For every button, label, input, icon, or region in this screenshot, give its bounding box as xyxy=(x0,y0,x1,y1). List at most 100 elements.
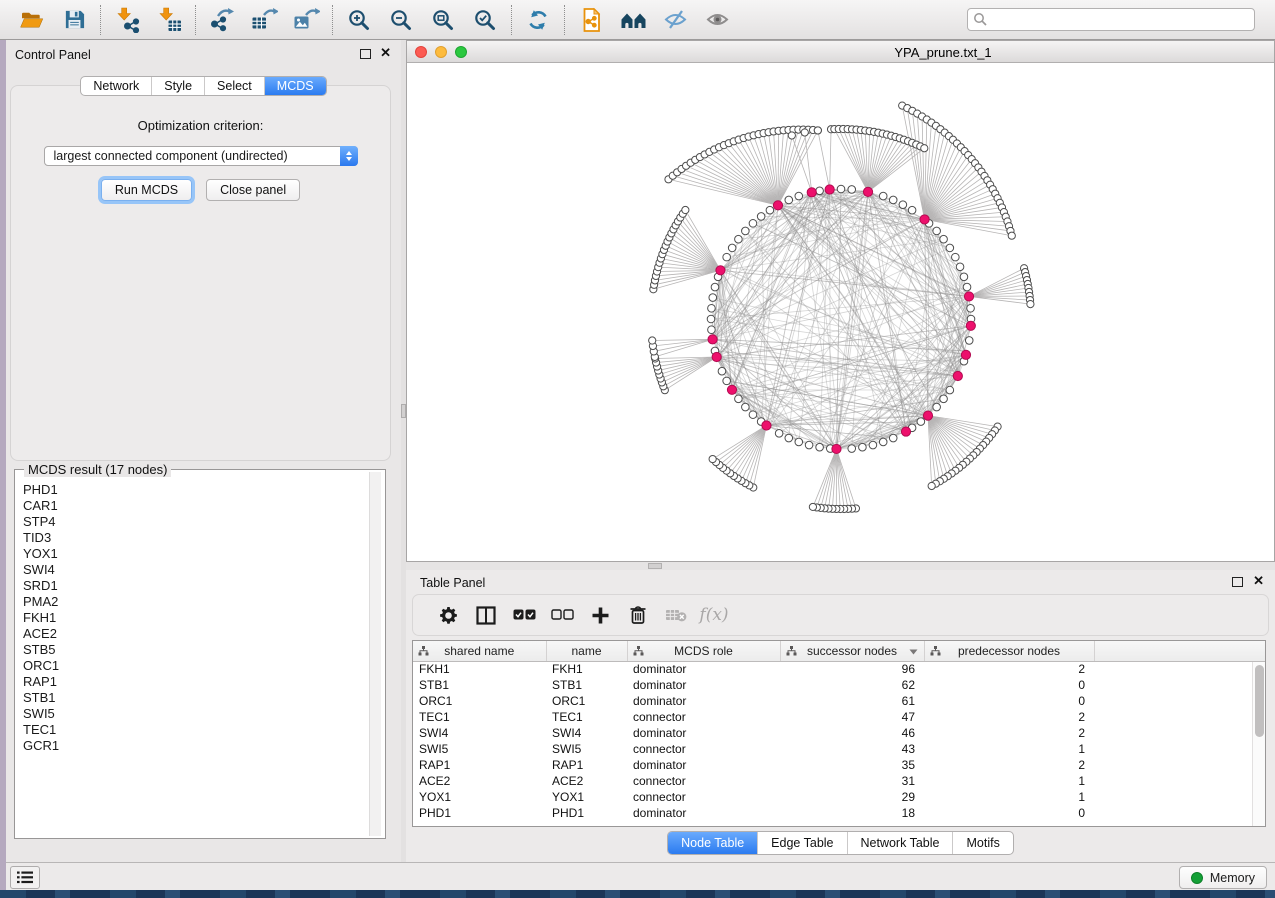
delete-table-button[interactable] xyxy=(657,598,695,632)
table-cell[interactable]: 2 xyxy=(924,661,1094,677)
deselect-all-button[interactable] xyxy=(543,598,581,632)
criterion-select[interactable]: largest connected component (undirected) xyxy=(44,146,358,166)
hide-details-button[interactable] xyxy=(658,5,692,35)
column-header-successor-nodes[interactable]: successor nodes xyxy=(780,641,924,661)
table-cell[interactable] xyxy=(1094,661,1265,677)
table-cell[interactable]: 61 xyxy=(780,693,924,709)
binoculars-search-button[interactable] xyxy=(616,5,650,35)
save-button[interactable] xyxy=(57,5,91,35)
table-cell[interactable]: dominator xyxy=(627,805,780,821)
tab-style[interactable]: Style xyxy=(151,77,204,95)
table-settings-button[interactable] xyxy=(429,598,467,632)
table-cell[interactable] xyxy=(1094,709,1265,725)
table-cell[interactable] xyxy=(1094,757,1265,773)
table-cell[interactable]: connector xyxy=(627,789,780,805)
mcds-list-scrollbar[interactable] xyxy=(369,472,381,836)
mcds-node-item[interactable]: ACE2 xyxy=(23,626,369,642)
show-columns-button[interactable] xyxy=(467,598,505,632)
table-cell[interactable] xyxy=(1094,741,1265,757)
column-header-name[interactable]: name xyxy=(546,641,627,661)
table-cell[interactable]: SWI5 xyxy=(413,741,546,757)
network-window-titlebar[interactable]: YPA_prune.txt_1 xyxy=(407,41,1274,63)
share-document-button[interactable] xyxy=(574,5,608,35)
table-cell[interactable]: ACE2 xyxy=(413,773,546,789)
table-cell[interactable]: 1 xyxy=(924,773,1094,789)
table-cell[interactable]: 1 xyxy=(924,741,1094,757)
tab-motifs[interactable]: Motifs xyxy=(952,832,1012,854)
zoom-in-button[interactable] xyxy=(342,5,376,35)
mcds-node-item[interactable]: RAP1 xyxy=(23,674,369,690)
export-image-button[interactable] xyxy=(289,5,323,35)
network-graph[interactable] xyxy=(407,63,1274,561)
table-row[interactable]: SWI4SWI4dominator462 xyxy=(413,725,1265,741)
table-cell[interactable]: ACE2 xyxy=(546,773,627,789)
tab-network[interactable]: Network xyxy=(81,77,151,95)
show-details-button[interactable] xyxy=(700,5,734,35)
import-table-button[interactable] xyxy=(152,5,186,35)
table-cell[interactable]: STB1 xyxy=(413,677,546,693)
import-network-button[interactable] xyxy=(110,5,144,35)
zoom-fit-button[interactable] xyxy=(426,5,460,35)
mcds-node-item[interactable]: TEC1 xyxy=(23,722,369,738)
table-cell[interactable]: dominator xyxy=(627,677,780,693)
mcds-node-item[interactable]: STB1 xyxy=(23,690,369,706)
table-cell[interactable]: 43 xyxy=(780,741,924,757)
float-table-panel-button[interactable] xyxy=(1232,577,1243,587)
table-cell[interactable]: 18 xyxy=(780,805,924,821)
table-row[interactable]: SWI5SWI5connector431 xyxy=(413,741,1265,757)
mcds-node-item[interactable]: SWI5 xyxy=(23,706,369,722)
delete-column-button[interactable] xyxy=(619,598,657,632)
window-zoom-light[interactable] xyxy=(455,46,467,58)
network-canvas[interactable] xyxy=(407,63,1274,561)
mcds-node-item[interactable]: SWI4 xyxy=(23,562,369,578)
table-cell[interactable]: SWI4 xyxy=(413,725,546,741)
table-cell[interactable]: dominator xyxy=(627,693,780,709)
zoom-selected-button[interactable] xyxy=(468,5,502,35)
table-cell[interactable]: TEC1 xyxy=(413,709,546,725)
table-cell[interactable]: PHD1 xyxy=(413,805,546,821)
column-header-mcds-role[interactable]: MCDS role xyxy=(627,641,780,661)
tab-select[interactable]: Select xyxy=(204,77,264,95)
table-cell[interactable]: dominator xyxy=(627,661,780,677)
function-builder-button[interactable]: f(x) xyxy=(695,598,733,632)
table-cell[interactable]: SWI4 xyxy=(546,725,627,741)
table-cell[interactable]: 62 xyxy=(780,677,924,693)
table-cell[interactable]: FKH1 xyxy=(546,661,627,677)
add-column-button[interactable] xyxy=(581,598,619,632)
table-cell[interactable]: 1 xyxy=(924,789,1094,805)
table-cell[interactable]: 47 xyxy=(780,709,924,725)
column-header-shared-name[interactable]: shared name xyxy=(413,641,546,661)
refresh-button[interactable] xyxy=(521,5,555,35)
table-cell[interactable] xyxy=(1094,725,1265,741)
table-cell[interactable]: 96 xyxy=(780,661,924,677)
table-cell[interactable]: SWI5 xyxy=(546,741,627,757)
table-cell[interactable] xyxy=(1094,789,1265,805)
mcds-node-item[interactable]: STP4 xyxy=(23,514,369,530)
window-minimize-light[interactable] xyxy=(435,46,447,58)
mcds-node-item[interactable]: GCR1 xyxy=(23,738,369,754)
table-cell[interactable]: ORC1 xyxy=(546,693,627,709)
table-row[interactable]: ORC1ORC1dominator610 xyxy=(413,693,1265,709)
mcds-node-item[interactable]: PMA2 xyxy=(23,594,369,610)
table-cell[interactable]: connector xyxy=(627,709,780,725)
table-cell[interactable]: FKH1 xyxy=(413,661,546,677)
table-cell[interactable]: RAP1 xyxy=(413,757,546,773)
table-scrollbar[interactable] xyxy=(1252,662,1265,826)
mcds-node-item[interactable]: CAR1 xyxy=(23,498,369,514)
close-panel-button-inner[interactable]: Close panel xyxy=(206,179,300,201)
table-cell[interactable]: RAP1 xyxy=(546,757,627,773)
table-cell[interactable]: ORC1 xyxy=(413,693,546,709)
close-panel-button[interactable]: ✕ xyxy=(380,46,391,60)
table-cell[interactable]: 0 xyxy=(924,677,1094,693)
table-cell[interactable]: connector xyxy=(627,741,780,757)
table-cell[interactable]: connector xyxy=(627,773,780,789)
mcds-node-item[interactable]: FKH1 xyxy=(23,610,369,626)
tab-node-table[interactable]: Node Table xyxy=(668,832,757,854)
table-cell[interactable]: TEC1 xyxy=(546,709,627,725)
table-cell[interactable]: 46 xyxy=(780,725,924,741)
mcds-node-item[interactable]: SRD1 xyxy=(23,578,369,594)
table-row[interactable]: ACE2ACE2connector311 xyxy=(413,773,1265,789)
table-cell[interactable]: STB1 xyxy=(546,677,627,693)
table-cell[interactable]: 2 xyxy=(924,725,1094,741)
window-close-light[interactable] xyxy=(415,46,427,58)
